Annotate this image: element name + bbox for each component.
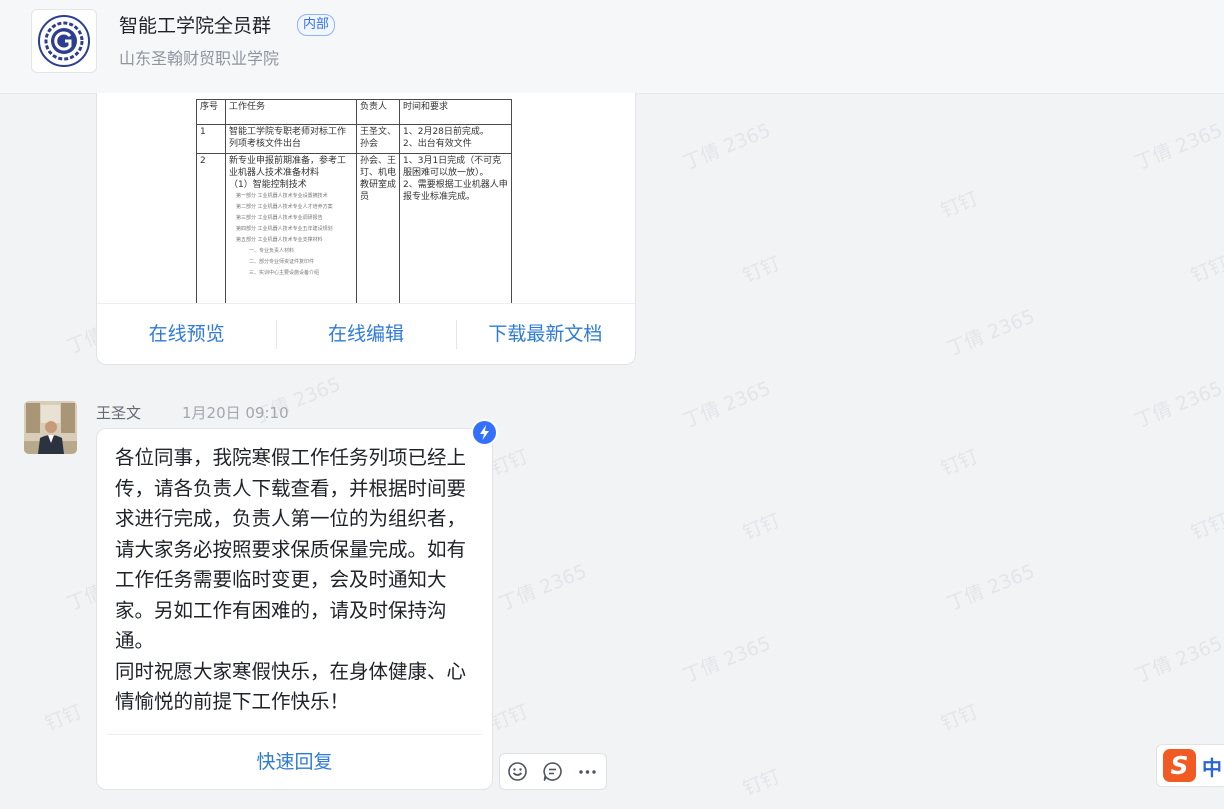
table-cell: 新专业申报前期准备，参考工业机器人技术准备材料 （1）智能控制技术 第一部分 工… (225, 153, 357, 303)
online-preview-button[interactable]: 在线预览 (97, 304, 276, 364)
internal-badge: 内部 (297, 14, 336, 36)
table-cell: 智能工学院专职老师对标工作列项考核文件出台 (225, 124, 357, 154)
task-text: 新专业申报前期准备，参考工业机器人技术准备材料 （1）智能控制技术 (229, 156, 347, 190)
watermark-name: 丁倩 2365 (943, 305, 1038, 361)
document-actions: 在线预览 在线编辑 下载最新文档 (97, 303, 635, 364)
watermark-name: 丁倩 2365 (1131, 377, 1224, 433)
table-cell: 王圣文、孙会 (356, 124, 400, 154)
watermark-app: 钉钉 (937, 700, 982, 736)
table-row: 1 智能工学院专职老师对标工作列项考核文件出台 王圣文、孙会 1、2月28日前完… (196, 124, 512, 154)
document-preview[interactable]: 序号 工作任务 负责人 时间和要求 1 智能工学院专职老师对标工作列项考核文件出… (97, 93, 635, 303)
sub-line: 三、实训中心主要设施设备介绍 (249, 270, 320, 276)
sub-line: 一、专业负责人材料 (249, 248, 295, 254)
message-text: 各位同事，我院寒假工作任务列项已经上传，请各负责人下载查看，并根据时间要求进行完… (115, 446, 467, 713)
ime-indicator[interactable]: S 中 (1156, 744, 1224, 787)
sub-line: 第一部分 工业机器人技术专业设置摘技术 (236, 193, 328, 199)
watermark-name: 丁倩 2365 (1131, 632, 1224, 688)
college-seal-icon (38, 15, 90, 67)
watermark-app: 钉钉 (41, 700, 86, 736)
watermark-app: 钉钉 (1187, 252, 1224, 288)
watermark-app: 钉钉 (1187, 509, 1224, 545)
watermark-name: 丁倩 2365 (679, 119, 774, 175)
group-avatar[interactable] (31, 9, 97, 73)
sogou-ime-icon: S (1163, 749, 1196, 782)
watermark-app: 钉钉 (739, 252, 784, 288)
watermark-app: 钉钉 (937, 445, 982, 481)
table-cell: 1、2月28日前完成。 2、出台有效文件 (399, 124, 512, 154)
person-photo-icon (24, 401, 77, 454)
table-header-row: 序号 工作任务 负责人 时间和要求 (196, 99, 512, 125)
table-header-cell: 负责人 (356, 99, 400, 125)
sub-line: 第四部分 工业机器人技术专业五年建设规划 (236, 226, 333, 232)
sub-line: 二、部分专业师资证件复印件 (249, 259, 315, 265)
watermark-name: 丁倩 2365 (679, 377, 774, 433)
reply-thread-icon (543, 762, 562, 781)
watermark-name: 丁倩 2365 (943, 560, 1038, 616)
watermark-app: 钉钉 (739, 765, 784, 801)
table-header-cell: 工作任务 (225, 99, 357, 125)
sender-name[interactable]: 王圣文 (96, 402, 141, 423)
group-title: 智能工学院全员群 (119, 15, 272, 37)
watermark-name: 丁倩 2365 (495, 560, 590, 616)
online-edit-button[interactable]: 在线编辑 (276, 304, 455, 364)
more-icon (579, 770, 596, 774)
ime-mode-label: 中 (1202, 756, 1222, 780)
chat-header: 智能工学院全员群 内部 山东圣翰财贸职业学院 (0, 0, 1224, 94)
watermark-app: 钉钉 (739, 509, 784, 545)
table-cell: 2 (196, 153, 226, 303)
quick-reply-button[interactable]: 快速回复 (97, 736, 492, 789)
message-bubble[interactable]: 各位同事，我院寒假工作任务列项已经上传，请各负责人下载查看，并根据时间要求进行完… (96, 428, 493, 790)
download-latest-button[interactable]: 下载最新文档 (455, 304, 635, 364)
task-table: 序号 工作任务 负责人 时间和要求 1 智能工学院专职老师对标工作列项考核文件出… (196, 99, 512, 303)
document-card[interactable]: 序号 工作任务 负责人 时间和要求 1 智能工学院专职老师对标工作列项考核文件出… (96, 93, 636, 365)
sub-line: 第三部分 工业机器人技术专业调研报告 (236, 215, 323, 221)
table-cell: 1 (196, 124, 226, 154)
message-toolbar (499, 753, 607, 790)
sender-avatar[interactable] (24, 401, 77, 454)
sub-line: 第二部分 工业机器人技术专业人才培养方案 (236, 204, 333, 210)
watermark-app: 钉钉 (937, 187, 982, 223)
reply-thread-button[interactable] (535, 754, 570, 789)
watermark-name: 丁倩 2365 (1131, 119, 1224, 175)
message-timestamp: 1月20日 09:10 (182, 404, 289, 422)
watermark-name: 丁倩 2365 (679, 632, 774, 688)
table-cell: 1、3月1日完成（不可克服困难可以放一放）。 2、需要根据工业机器人申报专业标准… (399, 153, 512, 303)
divider (107, 734, 482, 735)
ding-flash-icon[interactable] (471, 419, 498, 446)
table-header-cell: 时间和要求 (399, 99, 512, 125)
emoji-icon (508, 762, 527, 781)
watermark-app: 钉钉 (487, 445, 532, 481)
table-row: 2 新专业申报前期准备，参考工业机器人技术准备材料 （1）智能控制技术 第一部分… (196, 153, 512, 303)
more-button[interactable] (570, 754, 605, 789)
group-organization: 山东圣翰财贸职业学院 (119, 49, 280, 68)
table-cell: 孙会、王玎、机电教研室成员 (356, 153, 400, 303)
sub-line: 第五部分 工业机器人技术专业支撑材料 (236, 237, 323, 243)
emoji-button[interactable] (500, 754, 535, 789)
table-header-cell: 序号 (196, 99, 226, 125)
watermark-app: 钉钉 (487, 700, 532, 736)
